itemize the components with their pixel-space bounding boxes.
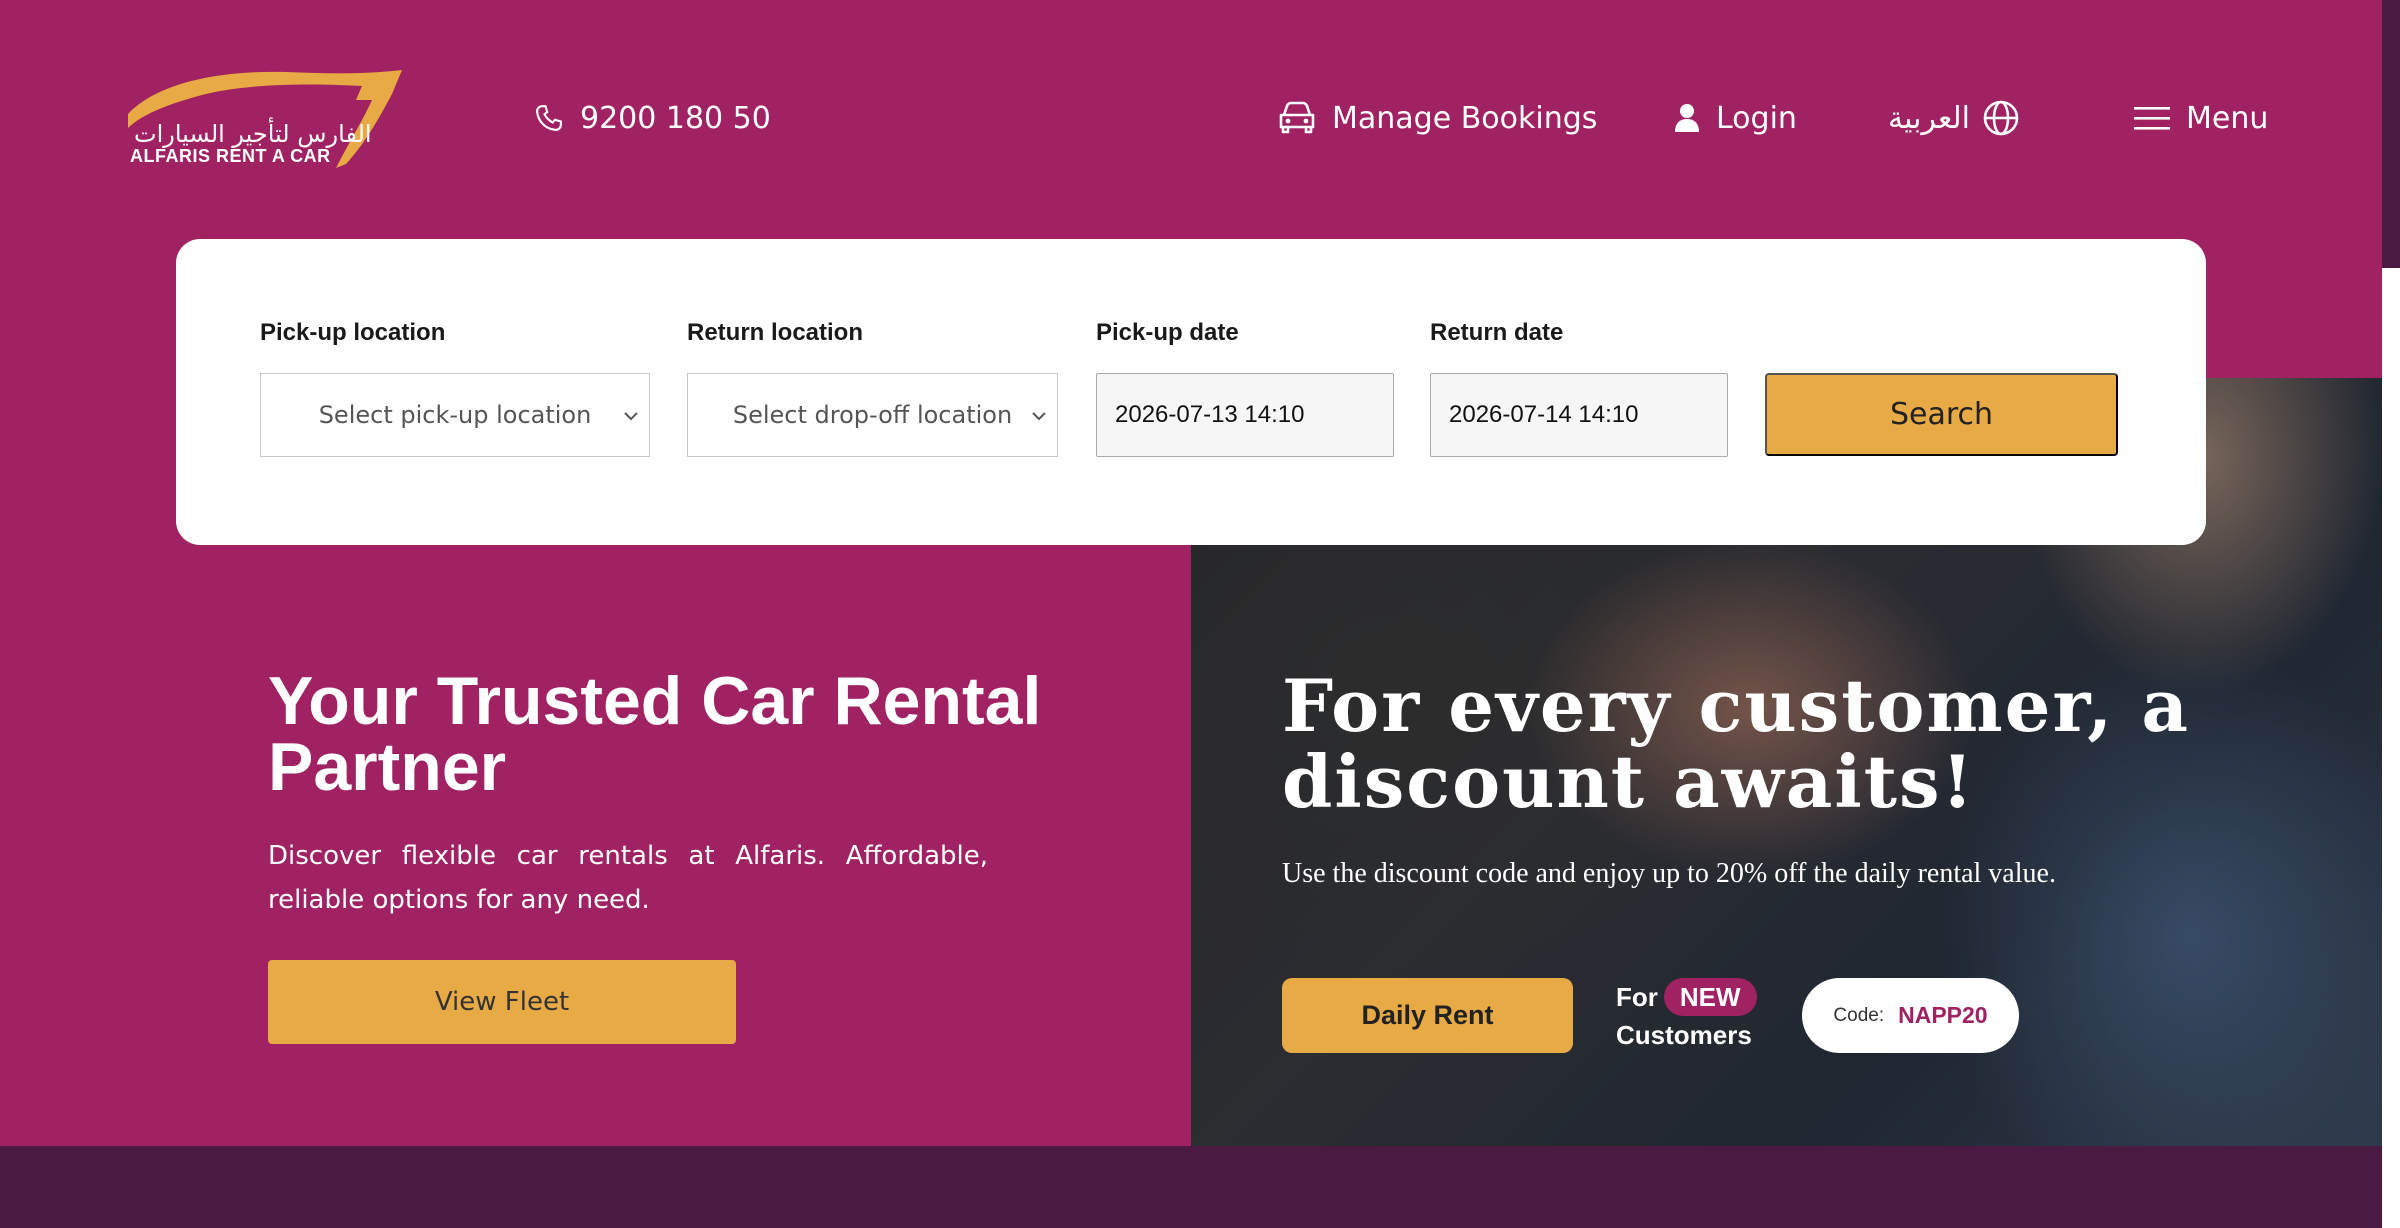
return-location-placeholder: Select drop-off location [732,401,1013,429]
phone-link[interactable]: 9200 180 50 [534,96,771,140]
return-location-select[interactable]: Select drop-off location [687,373,1058,457]
hero-title: Your Trusted Car Rental Partner [268,663,1042,805]
hero-description: Discover flexible car rentals at Alfaris… [268,841,988,915]
login-link[interactable]: Login [1674,96,1797,140]
pickup-date-label: Pick-up date [1096,319,1239,346]
menu-label: Menu [2186,100,2269,136]
menu-button[interactable]: Menu [2134,96,2268,140]
chevron-down-icon [624,412,638,421]
phone-icon [536,105,562,131]
manage-bookings-label: Manage Bookings [1332,100,1598,136]
chevron-down-icon [1032,412,1046,421]
promo-description: Use the discount code and enjoy up to 20… [1282,858,2056,889]
new-customers-note: For NEW Customers [1616,978,1757,1054]
promo-title: For every customer, a discount awaits! [1282,663,2190,824]
return-date-label: Return date [1430,319,1564,346]
scrollbar-thumb[interactable] [2382,268,2400,1228]
discount-code-pill[interactable]: Code: NAPP20 [1802,978,2019,1053]
manage-bookings-link[interactable]: Manage Bookings [1278,96,1597,140]
logo-arabic-text: الفارس لتأجير السيارات [134,120,372,148]
hamburger-icon [2134,107,2170,130]
code-value: NAPP20 [1898,1002,1988,1028]
return-location-label: Return location [687,319,864,346]
pickup-location-placeholder: Select pick-up location [318,401,592,429]
login-label: Login [1716,100,1797,136]
return-date-input[interactable]: 2026-07-14 14:10 [1430,373,1728,457]
customers-label: Customers [1616,1020,1752,1050]
for-label: For [1616,982,1658,1012]
language-switch[interactable]: العربية [1888,96,2020,140]
pickup-date-input[interactable]: 2026-07-13 14:10 [1096,373,1394,457]
language-label: العربية [1888,100,1970,136]
view-fleet-button[interactable]: View Fleet [268,960,736,1044]
pickup-location-select[interactable]: Select pick-up location [260,373,650,457]
globe-icon [1983,100,2019,136]
new-badge: NEW [1663,978,1757,1016]
pickup-location-label: Pick-up location [260,319,446,346]
site-header: الفارس لتأجير السيارات ALFARIS RENT A CA… [0,0,2382,230]
car-icon [1279,101,1315,134]
user-icon [1675,104,1699,132]
code-label: Code: [1833,1004,1885,1026]
phone-number: 9200 180 50 [580,100,771,136]
logo-english-text: ALFARIS RENT A CAR [130,146,331,166]
bottom-section-band [0,1146,2382,1228]
brand-logo[interactable]: الفارس لتأجير السيارات ALFARIS RENT A CA… [126,64,406,174]
daily-rent-button[interactable]: Daily Rent [1282,978,1573,1053]
booking-search-panel: Pick-up location Select pick-up location… [176,239,2206,545]
search-button[interactable]: Search [1765,373,2118,456]
